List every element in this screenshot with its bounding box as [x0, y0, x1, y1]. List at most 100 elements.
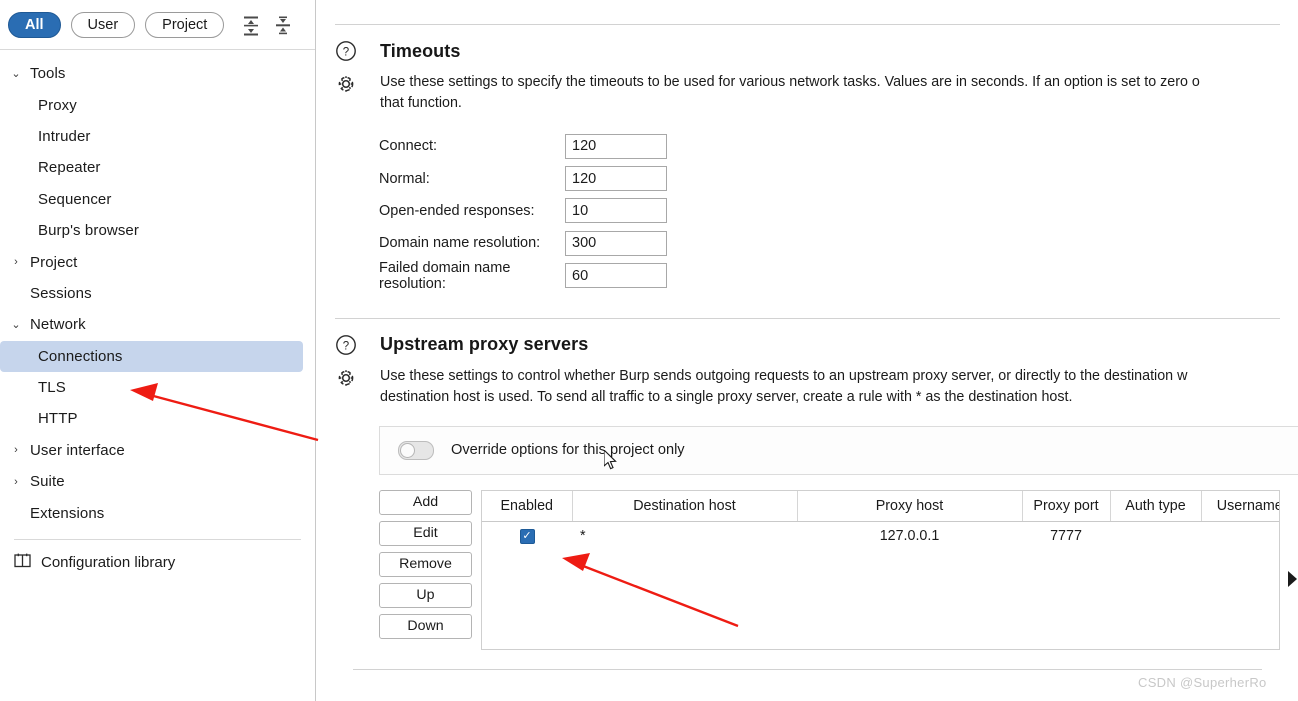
tree-item-label: HTTP: [38, 410, 78, 428]
timeouts-description-line2: that function.: [380, 95, 462, 111]
tree-item-http[interactable]: HTTP: [0, 403, 315, 434]
normal-input[interactable]: [565, 166, 667, 192]
up-button[interactable]: Up: [379, 582, 472, 608]
enabled-checkbox[interactable]: ✓: [519, 529, 535, 545]
down-button[interactable]: Down: [379, 613, 472, 639]
svg-text:?: ?: [343, 340, 349, 352]
watermark: CSDN @SuperherRo: [1138, 675, 1267, 690]
sidebar-divider: [14, 538, 301, 540]
help-icon[interactable]: ?: [335, 39, 359, 63]
cell-enabled: ✓: [482, 521, 572, 550]
settings-window: All User Project ⌄ Tools Proxy Intruder …: [0, 0, 1298, 701]
chevron-right-icon: ›: [14, 475, 18, 488]
open-ended-responses-label: Open-ended responses:: [379, 202, 535, 219]
upstream-description-row: Use these settings to control whether Bu…: [335, 366, 1280, 408]
tree-item-sessions[interactable]: Sessions: [0, 278, 315, 309]
tree-item-label: Repeater: [38, 159, 101, 177]
proxy-rule-buttons: Add Edit Remove Up Down: [379, 489, 472, 650]
tree-item-sequencer[interactable]: Sequencer: [0, 184, 315, 215]
upstream-description-line2: destination host is used. To send all tr…: [380, 388, 1073, 405]
gear-icon[interactable]: [335, 366, 359, 390]
override-options-box: Override options for this project only: [379, 425, 1298, 475]
chevron-right-icon: ›: [14, 256, 18, 269]
proxy-rules-table: Enabled Destination host Proxy host Prox…: [482, 490, 1279, 550]
column-header-username[interactable]: Username: [1201, 490, 1279, 522]
tree-item-extensions[interactable]: Extensions: [0, 497, 315, 528]
upstream-title: Upstream proxy servers: [380, 334, 589, 355]
upstream-proxy-section: ? Upstream proxy servers Use these setti…: [317, 333, 1298, 670]
column-header-enabled[interactable]: Enabled: [482, 490, 573, 522]
tree-item-label: Network: [30, 316, 86, 334]
upstream-description: Use these settings to control whether Bu…: [380, 366, 1187, 408]
book-icon: [14, 553, 31, 573]
proxy-rules-table-wrapper: Enabled Destination host Proxy host Prox…: [481, 489, 1280, 650]
domain-name-resolution-input[interactable]: [565, 230, 667, 256]
chevron-down-icon: ⌄: [11, 319, 21, 332]
tree-item-label: Extensions: [30, 504, 105, 522]
table-header-row: Enabled Destination host Proxy host Prox…: [482, 490, 1279, 522]
content-top-divider: [335, 24, 1280, 25]
filter-all[interactable]: All: [8, 11, 61, 38]
tree-item-tools[interactable]: ⌄ Tools: [0, 58, 315, 89]
tree-item-network[interactable]: ⌄ Network: [0, 309, 315, 340]
field-row-domain-name-resolution: Domain name resolution:: [335, 227, 1280, 259]
tree-item-label: Connections: [38, 347, 123, 365]
tree-item-user-interface[interactable]: › User interface: [0, 435, 315, 466]
remove-button[interactable]: Remove: [379, 551, 472, 577]
gear-icon[interactable]: [335, 72, 359, 96]
field-row-normal: Normal:: [335, 162, 1280, 194]
tree-controls: [242, 14, 292, 36]
field-row-open-ended-responses: Open-ended responses:: [335, 195, 1280, 227]
upstream-header: ? Upstream proxy servers: [335, 333, 1280, 357]
tree-item-label: Sequencer: [38, 190, 112, 208]
tree-item-proxy[interactable]: Proxy: [0, 89, 315, 120]
tree-item-repeater[interactable]: Repeater: [0, 152, 315, 183]
column-header-proxy-port[interactable]: Proxy port: [1022, 490, 1111, 522]
column-header-destination-host[interactable]: Destination host: [572, 490, 798, 522]
cell-proxy-port: 7777: [1050, 527, 1082, 544]
timeouts-header: ? Timeouts: [335, 39, 1280, 63]
cell-username: [1201, 521, 1279, 550]
upstream-description-line1: Use these settings to control whether Bu…: [380, 367, 1188, 384]
table-row[interactable]: ✓ * 127.0.0.1 7777: [482, 521, 1279, 550]
connect-label: Connect:: [379, 138, 438, 155]
cell-auth-type: [1110, 521, 1201, 550]
content-bottom-divider: [353, 668, 1262, 670]
tree-item-suite[interactable]: › Suite: [0, 466, 315, 497]
tree-item-label: Suite: [30, 473, 65, 491]
tree-item-project[interactable]: › Project: [0, 246, 315, 277]
expand-all-icon[interactable]: [242, 14, 260, 36]
tree-item-label: Project: [30, 253, 78, 271]
tree-item-label: Proxy: [38, 96, 77, 114]
tree-item-tls[interactable]: TLS: [0, 372, 315, 403]
tree-item-intruder[interactable]: Intruder: [0, 121, 315, 152]
failed-domain-name-resolution-input[interactable]: [565, 263, 667, 289]
configuration-library-item[interactable]: Configuration library: [0, 548, 315, 578]
tree-item-burps-browser[interactable]: Burp's browser: [0, 215, 315, 246]
cell-destination-host: *: [580, 527, 586, 544]
add-button[interactable]: Add: [379, 489, 472, 515]
tree-item-connections[interactable]: Connections: [0, 340, 303, 372]
proxy-rules-area: Add Edit Remove Up Down Enabled Destinat…: [379, 489, 1280, 650]
tree-item-label: Tools: [30, 65, 66, 83]
collapse-all-icon[interactable]: [274, 14, 292, 36]
filter-user[interactable]: User: [70, 11, 136, 38]
timeouts-description-row: Use these settings to specify the timeou…: [335, 72, 1280, 114]
column-header-auth-type[interactable]: Auth type: [1110, 490, 1202, 522]
help-icon[interactable]: ?: [335, 333, 359, 357]
sidebar: All User Project ⌄ Tools Proxy Intruder …: [0, 0, 316, 701]
filter-project[interactable]: Project: [145, 11, 225, 38]
tree-item-label: Sessions: [30, 284, 92, 302]
connect-input[interactable]: [565, 133, 667, 159]
configuration-library-label: Configuration library: [41, 554, 176, 572]
open-ended-responses-input[interactable]: [565, 198, 667, 224]
edit-button[interactable]: Edit: [379, 520, 472, 546]
chevron-down-icon: ⌄: [11, 68, 21, 81]
chevron-right-icon: ›: [14, 444, 18, 457]
column-header-proxy-host[interactable]: Proxy host: [797, 490, 1023, 522]
toggle-knob: [400, 442, 415, 458]
field-row-failed-domain-name-resolution: Failed domain name resolution:: [335, 260, 1280, 292]
failed-domain-name-resolution-label: Failed domain name resolution:: [379, 259, 511, 292]
expand-panel-arrow-icon[interactable]: [1288, 571, 1297, 587]
override-options-toggle[interactable]: [398, 440, 434, 460]
